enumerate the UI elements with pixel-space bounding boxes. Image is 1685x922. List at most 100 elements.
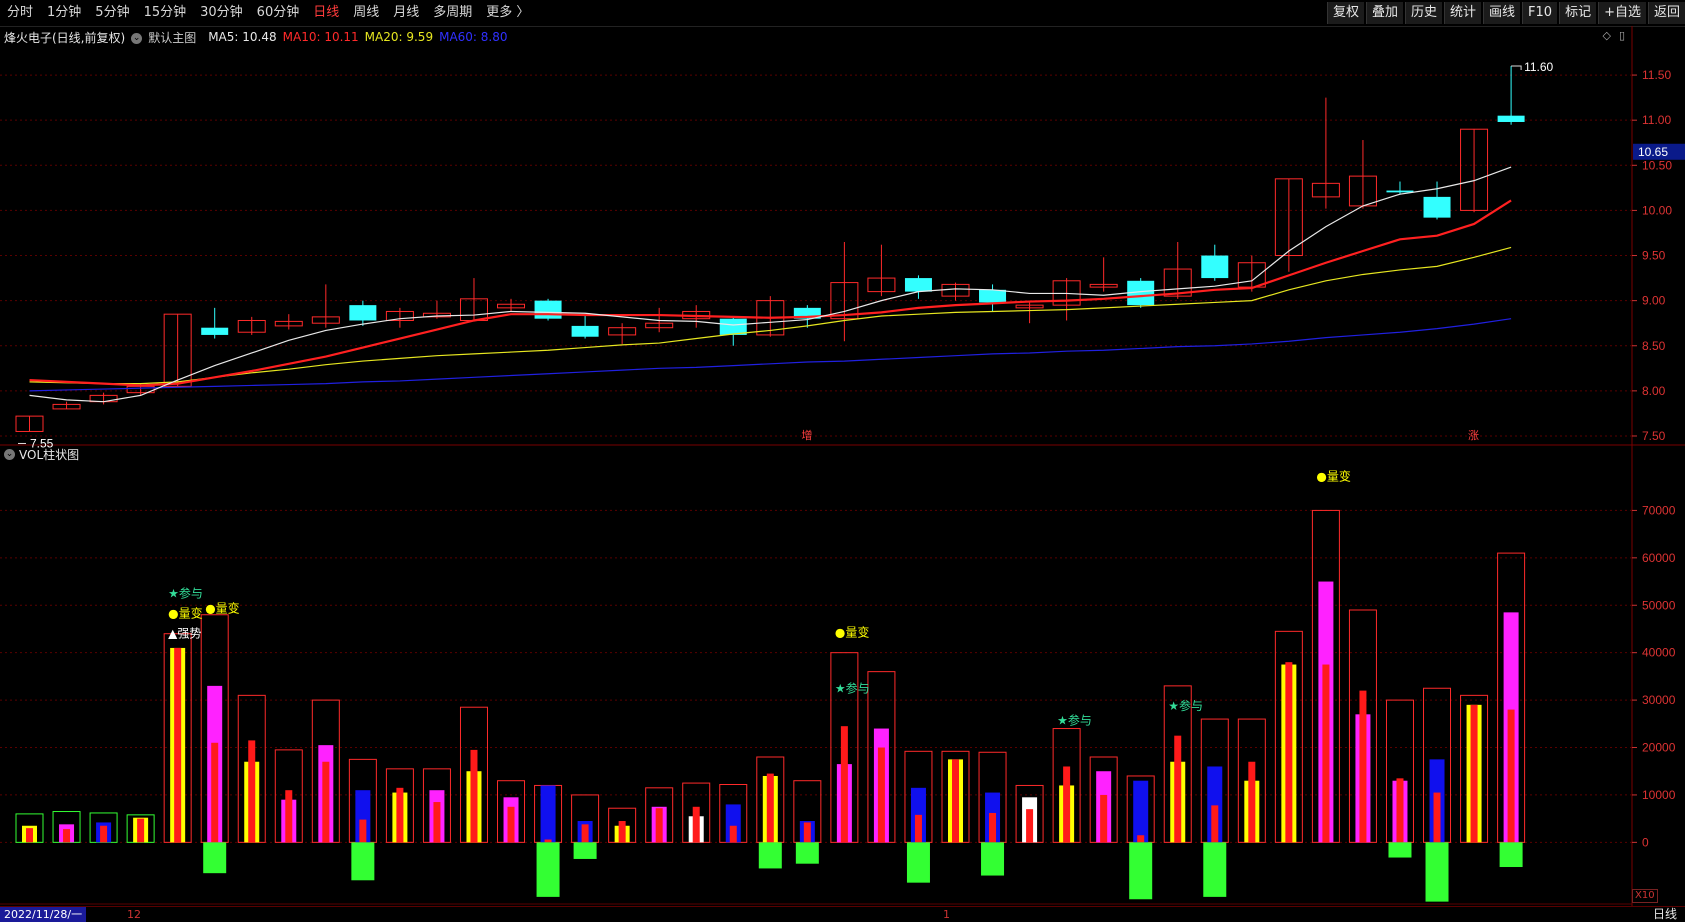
volume-bar-inner [1248, 761, 1256, 843]
chevron-down-icon[interactable]: ⌄ [4, 448, 15, 460]
candle-body [979, 289, 1007, 303]
template-selector[interactable]: ⌄ 默认主图 [131, 29, 202, 46]
ma10-label: MA10: 10.11 [282, 30, 359, 44]
volume-bar-inner [322, 761, 330, 843]
high-pointer-icon [1511, 65, 1522, 71]
window-icon[interactable]: ▯ [1619, 29, 1625, 42]
cursor-date: 2022/11/28/一 [0, 907, 87, 922]
high-price-label: 11.60 [1524, 60, 1553, 74]
candle-body [571, 325, 599, 337]
volume-negative-bar [981, 842, 1005, 876]
volume-bar-inner [655, 808, 663, 843]
volume-panel-title: VOL柱状图 [19, 447, 80, 462]
volume-tick-label: 20000 [1642, 741, 1676, 755]
volume-bar-inner [952, 759, 959, 843]
volume-bar-inner [470, 749, 478, 843]
price-tick-label: 9.00 [1642, 294, 1666, 308]
chevron-down-icon: ⌄ [131, 32, 143, 44]
volume-bar-inner [989, 812, 997, 843]
volume-info-bar: ⌄ VOL柱状图 [0, 445, 79, 463]
volume-tick-label: 50000 [1642, 598, 1676, 612]
volume-bar-inner [248, 740, 256, 843]
chart-canvas[interactable]: 7.50 8.00 8.50 9.00 9.50 10.00 10.50 11.00 11.50… [0, 0, 1685, 906]
volume-bar-inner [507, 806, 515, 843]
candle-body [1201, 255, 1229, 279]
volume-bar-inner [174, 647, 182, 843]
volume-bar-inner [1507, 709, 1515, 843]
volume-tick-label: 60000 [1642, 551, 1676, 565]
month-tick-1: 1 [943, 908, 950, 921]
volume-bar-inner [63, 829, 71, 843]
price-tick-label: 8.00 [1642, 384, 1666, 398]
volume-bar-inner [1359, 690, 1367, 843]
volume-bar-inner [211, 742, 219, 843]
stock-chart-app: 分时 1分钟 5分钟 15分钟 30分钟 60分钟 日线 周线 月线 多周期 更多 〉 复权 叠加 历史… [0, 0, 1685, 922]
candle-body [904, 278, 932, 292]
volume-scale-label: X10 [1632, 889, 1658, 903]
volume-bar-inner [1026, 809, 1034, 843]
price-tick-label: 11.50 [1642, 68, 1671, 82]
candle-body [349, 305, 377, 321]
price-tick-label: 8.50 [1642, 339, 1666, 353]
volume-bar-inner [1063, 766, 1071, 843]
signal-annotation: ●量变 [835, 625, 869, 640]
volume-bar-inner [840, 726, 848, 843]
volume-bar-inner [1211, 805, 1219, 843]
candle-body [1497, 115, 1525, 122]
volume-bar-inner [766, 773, 774, 843]
price-tick-label: 10.00 [1642, 203, 1672, 217]
volume-bar-fill [540, 785, 556, 843]
volume-bar-inner [729, 825, 737, 843]
volume-bar-inner [914, 814, 922, 843]
stock-title: 烽火电子(日线,前复权) [4, 30, 126, 45]
signal-annotation: ●量变 [205, 601, 239, 616]
bottom-bar: 2022/11/28/一 12 1 日线 [0, 906, 1685, 922]
volume-bar-inner [359, 819, 367, 843]
volume-negative-bar [1129, 842, 1153, 900]
volume-bar-inner [803, 822, 811, 843]
price-tick-label: 7.50 [1642, 429, 1666, 443]
volume-bar-inner [1285, 662, 1293, 843]
volume-bar-inner [100, 825, 108, 843]
volume-negative-bar [906, 842, 930, 883]
volume-negative-bar [1388, 842, 1412, 858]
candle-body [1386, 190, 1414, 193]
candle-body [719, 318, 747, 335]
volume-negative-bar [536, 842, 560, 897]
price-tick-label: 11.00 [1642, 113, 1671, 127]
signal-annotation: ▲强势 [168, 627, 201, 641]
signal-annotation: ★参与 [835, 681, 870, 696]
volume-bar-inner [1174, 735, 1182, 843]
period-label: 日线 [1652, 907, 1677, 921]
volume-bar-inner [1396, 778, 1404, 843]
volume-negative-bar [351, 842, 375, 881]
volume-bar-inner [26, 828, 33, 843]
volume-tick-label: 30000 [1642, 693, 1676, 707]
volume-bar-inner [1137, 835, 1145, 843]
volume-bar-inner [877, 747, 885, 843]
volume-tick-label: 70000 [1642, 503, 1676, 517]
volume-negative-bar [1203, 842, 1227, 897]
price-tick-label: 9.50 [1642, 249, 1666, 263]
volume-tick-label: 0 [1642, 835, 1649, 849]
ma60-label: MA60: 8.80 [439, 30, 508, 44]
candle-body [201, 327, 229, 335]
event-marker: 涨 [1468, 429, 1479, 442]
month-tick-12: 12 [127, 908, 141, 921]
volume-negative-bar [758, 842, 782, 869]
volume-bar-inner [433, 802, 441, 843]
volume-bar-inner [1433, 792, 1441, 843]
signal-annotation: ★参与 [1168, 698, 1203, 713]
volume-negative-bar [573, 842, 597, 859]
volume-tick-label: 10000 [1642, 788, 1676, 802]
volume-bar-inner [618, 821, 626, 843]
template-name: 默认主图 [148, 30, 197, 45]
volume-negative-bar [203, 842, 227, 874]
signal-annotation: ★参与 [1057, 713, 1092, 728]
volume-bar-inner [137, 818, 145, 843]
volume-bar-inner [396, 787, 404, 843]
volume-bar-inner [581, 824, 589, 843]
ma5-label: MA5: 10.48 [208, 30, 277, 44]
signal-annotation: ●量变 [168, 606, 202, 621]
diamond-icon[interactable]: ◇ [1602, 29, 1610, 42]
